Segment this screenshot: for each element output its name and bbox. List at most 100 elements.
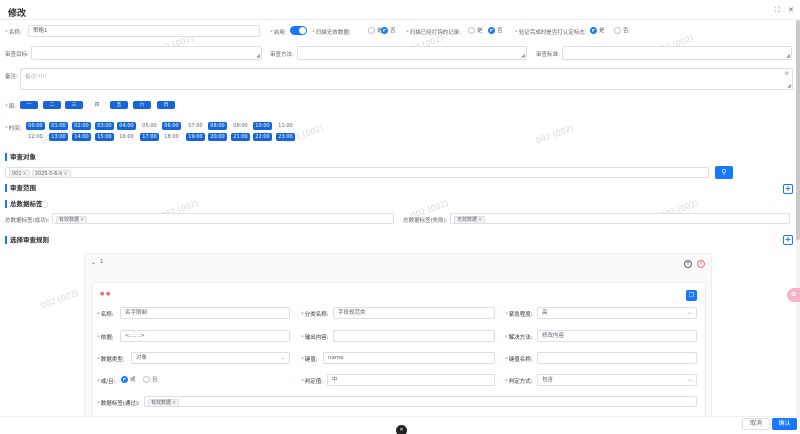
keyvalue-label: *键值: xyxy=(301,357,318,363)
panel-collapse-icon[interactable]: ⌄ xyxy=(91,259,96,266)
add-rule-button[interactable]: + xyxy=(783,235,793,245)
datatype-select[interactable]: 对象 xyxy=(131,352,290,364)
scan-modified-no[interactable]: 否 xyxy=(488,26,503,34)
judge-method-select[interactable]: 包含 xyxy=(537,374,697,386)
scan-modified-yes[interactable]: 是 xyxy=(468,26,483,34)
hour-button[interactable]: 17:00 xyxy=(140,133,159,141)
judge-method-label: *判定方式: xyxy=(505,379,533,385)
basis-label: *依据: xyxy=(97,335,114,341)
rule-name-label: *名称: xyxy=(97,312,114,318)
weekday-button[interactable]: 四 xyxy=(88,101,106,109)
hour-button[interactable]: 21:00 xyxy=(231,133,250,141)
scrollbar[interactable] xyxy=(796,20,800,418)
remark-textarea[interactable]: 备注!!!!! ⊗ ◢ xyxy=(20,68,793,90)
hour-button[interactable]: 01:00 xyxy=(49,122,68,130)
confirm-button[interactable]: 确认 xyxy=(772,418,797,430)
audit-target-select[interactable]: 001× 2025-5-6-h× xyxy=(5,167,709,178)
tag-close-icon: × xyxy=(172,400,177,406)
hour-button[interactable]: 00:00 xyxy=(26,122,45,130)
maximize-icon[interactable]: ⛶ xyxy=(775,6,780,15)
hour-button[interactable]: 03:00 xyxy=(95,122,114,130)
name-input[interactable]: 策略1 xyxy=(28,25,260,37)
audit-method-textarea[interactable]: ◢ xyxy=(297,46,527,60)
close-icon[interactable]: ✕ xyxy=(788,6,794,14)
success-tags-select[interactable]: 有效数据× xyxy=(52,213,394,224)
data-tag-select[interactable]: 有效数据× xyxy=(144,396,697,407)
hour-button[interactable]: 16:00 xyxy=(117,133,136,141)
verify-no[interactable]: 否 xyxy=(614,26,629,34)
search-button[interactable]: ⚲ xyxy=(715,166,733,179)
judge-value-label: *判定值: xyxy=(301,379,324,385)
tag-close-icon: × xyxy=(80,217,85,223)
weekday-button[interactable]: 五 xyxy=(110,101,128,109)
copy-button[interactable]: ❐ xyxy=(686,290,697,301)
hour-button[interactable]: 14:00 xyxy=(72,133,91,141)
hour-button[interactable]: 15:00 xyxy=(95,133,114,141)
panel-index: 1 xyxy=(100,259,104,265)
weekday-button[interactable]: 一 xyxy=(20,101,38,109)
or-radio[interactable]: 或 xyxy=(121,375,136,383)
success-tags-label: 总数据标签(成功): xyxy=(5,218,50,224)
weekday-button[interactable]: 三 xyxy=(65,101,83,109)
solution-input[interactable]: 修改内容 xyxy=(537,330,697,342)
target-tag: 001× xyxy=(9,170,30,177)
watermark: 002 (002) xyxy=(39,288,80,311)
category-input[interactable]: 字段规范类 xyxy=(333,307,495,319)
fail-tags-select[interactable]: 无效数据× xyxy=(450,213,790,224)
audit-standard-label: 审查标准: xyxy=(536,52,560,58)
category-label: *分类名称: xyxy=(301,312,329,318)
remove-circle-icon[interactable]: × xyxy=(697,260,705,268)
verify-yes[interactable]: 是 xyxy=(590,26,605,34)
keyname-input[interactable] xyxy=(537,352,697,364)
add-scope-button[interactable]: + xyxy=(783,184,793,194)
hour-button[interactable]: 23:00 xyxy=(276,133,295,141)
and-radio[interactable]: 且 xyxy=(143,375,158,383)
hour-button[interactable]: 07:00 xyxy=(186,122,205,130)
output-input[interactable] xyxy=(333,330,495,342)
hour-button[interactable]: 13:00 xyxy=(49,133,68,141)
hour-button[interactable]: 22:00 xyxy=(253,133,272,141)
hour-button[interactable]: 10:00 xyxy=(253,122,272,130)
hour-button[interactable]: 05:00 xyxy=(140,122,159,130)
hour-button[interactable]: 12:00 xyxy=(26,133,45,141)
scan-invalid-label: *扫描无效数据: xyxy=(312,30,351,36)
add-circle-icon[interactable]: + xyxy=(684,260,692,268)
clear-icon[interactable]: ⊗ xyxy=(784,71,789,77)
keyvalue-input[interactable]: name xyxy=(323,352,495,364)
judge-value-input[interactable]: 中 xyxy=(327,374,495,386)
basis-input[interactable]: <......> xyxy=(120,330,290,342)
header-divider xyxy=(0,19,800,20)
hour-button[interactable]: 19:00 xyxy=(186,133,205,141)
hour-button[interactable]: 04:00 xyxy=(117,122,136,130)
status-dots: ● ● xyxy=(100,291,111,297)
floating-logo-icon[interactable]: ✕ xyxy=(396,425,407,434)
weekday-button[interactable]: 六 xyxy=(133,101,151,109)
assistant-widget-icon[interactable]: ✿ xyxy=(787,288,800,302)
scan-invalid-no[interactable]: 否 xyxy=(381,26,396,34)
urgency-select[interactable]: 高 xyxy=(537,307,697,319)
hour-button[interactable]: 09:00 xyxy=(231,122,250,130)
audit-standard-textarea[interactable]: ◢ xyxy=(562,46,792,60)
verify-label: *验证完成时是否打认定标志: xyxy=(515,30,587,36)
cancel-button[interactable]: 取消 xyxy=(742,418,770,430)
scan-modified-label: *扫描已经打钩的记录: xyxy=(406,30,462,36)
hour-button[interactable]: 06:00 xyxy=(162,122,181,130)
hour-button[interactable]: 18:00 xyxy=(162,133,181,141)
datatype-label: *数据类型: xyxy=(97,357,125,363)
enabled-toggle[interactable] xyxy=(290,26,307,35)
rule-name-input[interactable]: 名字限制 xyxy=(120,307,290,319)
total-tags-title: 总数据标签 xyxy=(5,200,43,208)
weekday-button[interactable]: 二 xyxy=(43,101,61,109)
hour-button[interactable]: 20:00 xyxy=(208,133,227,141)
audit-scope-title: 审查范围 xyxy=(5,184,36,192)
weekday-button[interactable]: 日 xyxy=(157,101,175,109)
remark-label: 备注: xyxy=(5,74,18,80)
dialog-title: 修改 xyxy=(8,9,27,19)
hour-button[interactable]: 11:00 xyxy=(276,122,295,130)
name-label: *名称: xyxy=(5,30,22,36)
tag-close-icon: × xyxy=(63,171,68,177)
output-label: *输出内容: xyxy=(301,335,329,341)
hour-button[interactable]: 02:00 xyxy=(72,122,91,130)
hour-button[interactable]: 08:00 xyxy=(208,122,227,130)
audit-target-textarea[interactable]: ◢ xyxy=(31,46,262,60)
